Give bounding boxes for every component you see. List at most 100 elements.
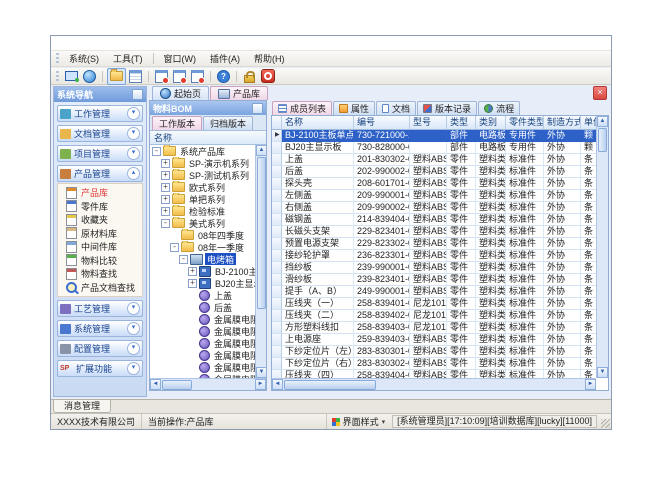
sidebar-item-raw-material-library[interactable]: 原材料库 xyxy=(58,227,142,241)
expand-icon[interactable]: + xyxy=(161,171,170,180)
grid-horizontal-scrollbar[interactable]: ◄ ► xyxy=(272,378,596,390)
table-row[interactable]: 上盖201-830302-00E塑料ABS零件塑料类标准件外协条 xyxy=(272,154,596,166)
scroll-left-icon[interactable]: ◄ xyxy=(150,379,161,390)
scroll-right-icon[interactable]: ► xyxy=(585,379,596,390)
scroll-thumb[interactable] xyxy=(257,157,266,309)
window-refresh-icon[interactable] xyxy=(171,69,188,84)
window-badge-icon[interactable] xyxy=(189,69,206,84)
table-row[interactable]: 挡纱板239-990001-01E塑料ABS零件塑料类标准件外协条 xyxy=(272,262,596,274)
scroll-track[interactable] xyxy=(256,310,266,367)
scroll-right-icon[interactable]: ► xyxy=(255,379,266,390)
table-row[interactable]: 方形塑料线扣258-839403-00E尼龙1010零件塑料类标准件外协条 xyxy=(272,322,596,334)
table-row[interactable]: 后盖202-990002-01E塑料ABS零件塑料类标准件外协条 xyxy=(272,166,596,178)
tree-node-6[interactable]: -美式系列 xyxy=(150,217,255,229)
message-panel-tab[interactable]: 消息管理 xyxy=(53,400,111,413)
ui-style-selector[interactable]: 界面样式 ▾ xyxy=(326,414,391,429)
sidebar-pin-icon[interactable] xyxy=(132,89,143,100)
exit-icon[interactable] xyxy=(259,69,276,84)
expand-icon[interactable]: + xyxy=(161,183,170,192)
expand-icon[interactable]: + xyxy=(161,159,170,168)
tree-node-15[interactable]: 金属膜电阻器 xyxy=(150,325,255,337)
chevron-down-icon[interactable]: ▾ xyxy=(127,107,140,120)
table-row[interactable]: 提手（A、B）249-990001-01E塑料ABS零件塑料类标准件外协条 xyxy=(272,286,596,298)
scroll-track[interactable] xyxy=(597,153,608,367)
grid-vertical-scrollbar[interactable]: ▲ ▼ xyxy=(596,116,608,378)
tab-archived-version[interactable]: 归档版本 xyxy=(203,116,253,130)
tree-horizontal-scrollbar[interactable]: ◄ ► xyxy=(150,378,266,390)
scroll-thumb[interactable] xyxy=(598,128,607,152)
column-header-5[interactable]: 零件类型 xyxy=(506,116,544,130)
table-row[interactable]: 磁钢盖214-839404-01E塑料ABS零件塑料类标准件外协条 xyxy=(272,214,596,226)
menubar-grip-icon[interactable] xyxy=(56,53,59,64)
scroll-up-icon[interactable]: ▲ xyxy=(597,116,608,127)
sidebar-group-project-mgmt[interactable]: 项目管理▾ xyxy=(57,145,143,162)
sync-client-icon[interactable] xyxy=(63,69,80,84)
resize-grip[interactable] xyxy=(601,419,610,428)
tree-vertical-scrollbar[interactable]: ▲ ▼ xyxy=(255,145,266,378)
scroll-down-icon[interactable]: ▼ xyxy=(256,367,266,378)
column-header-0[interactable]: 名称 xyxy=(282,116,354,130)
table-row[interactable]: 下纱定位片（左）283-830301-00E塑料ABS零件塑料类标准件外协条 xyxy=(272,346,596,358)
column-header-2[interactable]: 型号 xyxy=(410,116,447,130)
tree-node-14[interactable]: 金属膜电阻器 xyxy=(150,313,255,325)
tree-node-11[interactable]: +BJ20主显示板 xyxy=(150,277,255,289)
table-row[interactable]: 上电源座259-839403-00E塑料ABS零件塑料类标准件外协条 xyxy=(272,334,596,346)
menu-item-help[interactable]: 帮助(H) xyxy=(247,52,292,66)
chevron-up-icon[interactable]: ▴ xyxy=(127,167,140,180)
table-row[interactable]: 预置电源支架229-823302-00E塑料ABS零件塑料类标准件外协条 xyxy=(272,238,596,250)
tab-product-library[interactable]: 产品库 xyxy=(210,86,268,100)
menu-item-tools[interactable]: 工具(T) xyxy=(106,52,150,66)
menu-item-plugins[interactable]: 插件(A) xyxy=(203,52,247,66)
table-row[interactable]: 压线夹（四）258-839404-00E塑料ABS零件塑料类标准件外协条 xyxy=(272,370,596,378)
menu-item-window[interactable]: 窗口(W) xyxy=(157,52,204,66)
scroll-left-icon[interactable]: ◄ xyxy=(272,379,283,390)
expand-icon[interactable]: + xyxy=(161,207,170,216)
table-row[interactable]: 压线夹（二）258-839402-00E尼龙1010零件塑料类标准件外协条 xyxy=(272,310,596,322)
column-header-3[interactable]: 类型 xyxy=(447,116,476,130)
table-row[interactable]: 接纱轮护罩236-823301-00E塑料ABS零件塑料类标准件外协条 xyxy=(272,250,596,262)
collapse-icon[interactable]: - xyxy=(170,243,179,252)
menu-item-system[interactable]: 系统(S) xyxy=(62,52,106,66)
table-row[interactable]: 左侧盖209-990001-01E塑料ABS零件塑料类标准件外协条 xyxy=(272,190,596,202)
lock-icon[interactable] xyxy=(241,69,258,84)
sidebar-group-process-mgmt[interactable]: 工艺管理▾ xyxy=(57,300,143,317)
globe-icon[interactable] xyxy=(81,69,98,84)
tree-node-16[interactable]: 金属膜电阻器 xyxy=(150,337,255,349)
tab-start-page[interactable]: 起始页 xyxy=(152,86,209,100)
table-row[interactable]: 压线夹（一）258-839401-00E尼龙1010零件塑料类标准件外协条 xyxy=(272,298,596,310)
scroll-up-icon[interactable]: ▲ xyxy=(256,145,266,156)
chevron-down-icon[interactable]: ▾ xyxy=(127,342,140,355)
sidebar-item-material-compare[interactable]: 物料比较 xyxy=(58,254,142,268)
tree-column-header[interactable]: 名称 xyxy=(150,131,266,145)
table-row[interactable]: BJ20主显示板730-828000-04E部件电路板专用件外协颗 xyxy=(272,142,596,154)
tree-node-2[interactable]: +SP-测试机系列 xyxy=(150,169,255,181)
tree-node-8[interactable]: -08年一季度 xyxy=(150,241,255,253)
tab-version-history[interactable]: 版本记录 xyxy=(417,101,477,115)
table-row[interactable]: ▶BJ-2100主板单点730-721000-12E部件电路板专用件外协颗 xyxy=(272,130,596,142)
column-header-7[interactable]: 单位 xyxy=(581,116,597,130)
window-close-icon[interactable] xyxy=(153,69,170,84)
tree-node-18[interactable]: 金属膜电阻器 xyxy=(150,361,255,373)
chevron-down-icon[interactable]: ▾ xyxy=(127,302,140,315)
tree-node-0[interactable]: -系统产品库 xyxy=(150,145,255,157)
expand-icon[interactable]: + xyxy=(188,267,197,276)
bom-panel-menu-icon[interactable] xyxy=(252,103,263,114)
expand-icon[interactable]: + xyxy=(161,195,170,204)
column-header-4[interactable]: 类别 xyxy=(476,116,506,130)
tree-node-19[interactable]: 金属膜电阻器 xyxy=(150,373,255,378)
sidebar-item-favorites[interactable]: 收藏夹 xyxy=(58,213,142,227)
collapse-icon[interactable]: - xyxy=(161,219,170,228)
tree-node-4[interactable]: +单把系列 xyxy=(150,193,255,205)
sidebar-item-product-doc-search[interactable]: 产品文档查找 xyxy=(58,281,142,295)
sidebar-group-extensions[interactable]: SP扩展功能▾ xyxy=(57,360,143,377)
tree-node-12[interactable]: 上盖 xyxy=(150,289,255,301)
tab-attributes[interactable]: 属性 xyxy=(333,101,375,115)
open-window-icon[interactable] xyxy=(107,68,126,85)
tree-node-17[interactable]: 金属膜电阻器 xyxy=(150,349,255,361)
tab-member-list[interactable]: 成员列表 xyxy=(272,101,332,115)
chevron-down-icon[interactable]: ▾ xyxy=(127,362,140,375)
sidebar-item-parts-library[interactable]: 零件库 xyxy=(58,200,142,214)
sidebar-group-work-mgmt[interactable]: 工作管理▾ xyxy=(57,105,143,122)
tree-node-13[interactable]: 后盖 xyxy=(150,301,255,313)
tree-node-9[interactable]: -电烤箱 xyxy=(150,253,255,265)
